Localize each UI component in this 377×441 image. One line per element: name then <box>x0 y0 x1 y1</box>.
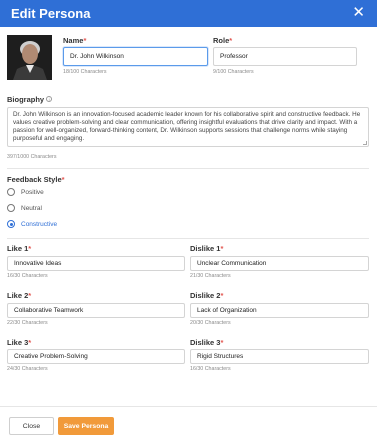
like-2-label: Like 2* <box>7 291 32 300</box>
biography-text: Dr. John Wilkinson is an innovation-focu… <box>13 111 361 142</box>
name-label: Name* <box>63 36 87 45</box>
role-input[interactable]: Professor <box>213 47 357 66</box>
like-3-input[interactable]: Creative Problem-Solving <box>7 349 185 364</box>
radio-constructive[interactable]: Constructive <box>7 220 57 228</box>
dislike-1-label: Dislike 1* <box>190 244 224 253</box>
radio-selected-icon[interactable] <box>7 220 15 228</box>
modal-title: Edit Persona <box>11 6 91 21</box>
resize-handle-icon[interactable] <box>363 141 367 145</box>
role-char-count: 9/100 Characters <box>213 69 254 75</box>
persona-photo[interactable] <box>7 35 52 80</box>
dislike-3-label: Dislike 3* <box>190 338 224 347</box>
divider <box>7 238 369 239</box>
dislike-1-char-count: 21/30 Characters <box>190 273 231 279</box>
feedback-style-label: Feedback Style* <box>7 175 65 184</box>
like-2-char-count: 22/30 Characters <box>7 320 48 326</box>
biography-label: Biography i <box>7 95 53 104</box>
name-input[interactable]: Dr. John Wilkinson <box>63 47 208 66</box>
like-1-char-count: 16/30 Characters <box>7 273 48 279</box>
dislike-2-char-count: 20/30 Characters <box>190 320 231 326</box>
info-icon: i <box>46 96 53 102</box>
radio-neutral[interactable]: Neutral <box>7 204 42 212</box>
close-button[interactable]: Close <box>9 417 54 435</box>
modal-header: Edit Persona ✕ <box>0 0 377 27</box>
dislike-2-label: Dislike 2* <box>190 291 224 300</box>
divider <box>7 168 369 169</box>
like-1-input[interactable]: Innovative Ideas <box>7 256 185 271</box>
dislike-2-input[interactable]: Lack of Organization <box>190 303 369 318</box>
save-persona-button[interactable]: Save Persona <box>58 417 114 435</box>
radio-button-icon[interactable] <box>7 188 15 196</box>
radio-positive[interactable]: Positive <box>7 188 44 196</box>
like-1-label: Like 1* <box>7 244 32 253</box>
like-2-input[interactable]: Collaborative Teamwork <box>7 303 185 318</box>
radio-label: Constructive <box>21 220 58 228</box>
dislike-3-char-count: 16/30 Characters <box>190 366 231 372</box>
like-3-char-count: 24/30 Characters <box>7 366 48 372</box>
radio-button-icon[interactable] <box>7 204 15 212</box>
role-label: Role* <box>213 36 233 45</box>
like-3-label: Like 3* <box>7 338 32 347</box>
name-char-count: 18/100 Characters <box>63 69 107 75</box>
radio-label: Positive <box>21 188 44 196</box>
close-icon[interactable]: ✕ <box>352 4 365 21</box>
biography-textarea[interactable]: Dr. John Wilkinson is an innovation-focu… <box>7 107 369 147</box>
biography-char-count: 397/1000 Characters <box>7 154 57 160</box>
dislike-3-input[interactable]: Rigid Structures <box>190 349 369 364</box>
footer-divider <box>0 406 377 407</box>
dislike-1-input[interactable]: Unclear Communication <box>190 256 369 271</box>
radio-label: Neutral <box>21 204 42 212</box>
